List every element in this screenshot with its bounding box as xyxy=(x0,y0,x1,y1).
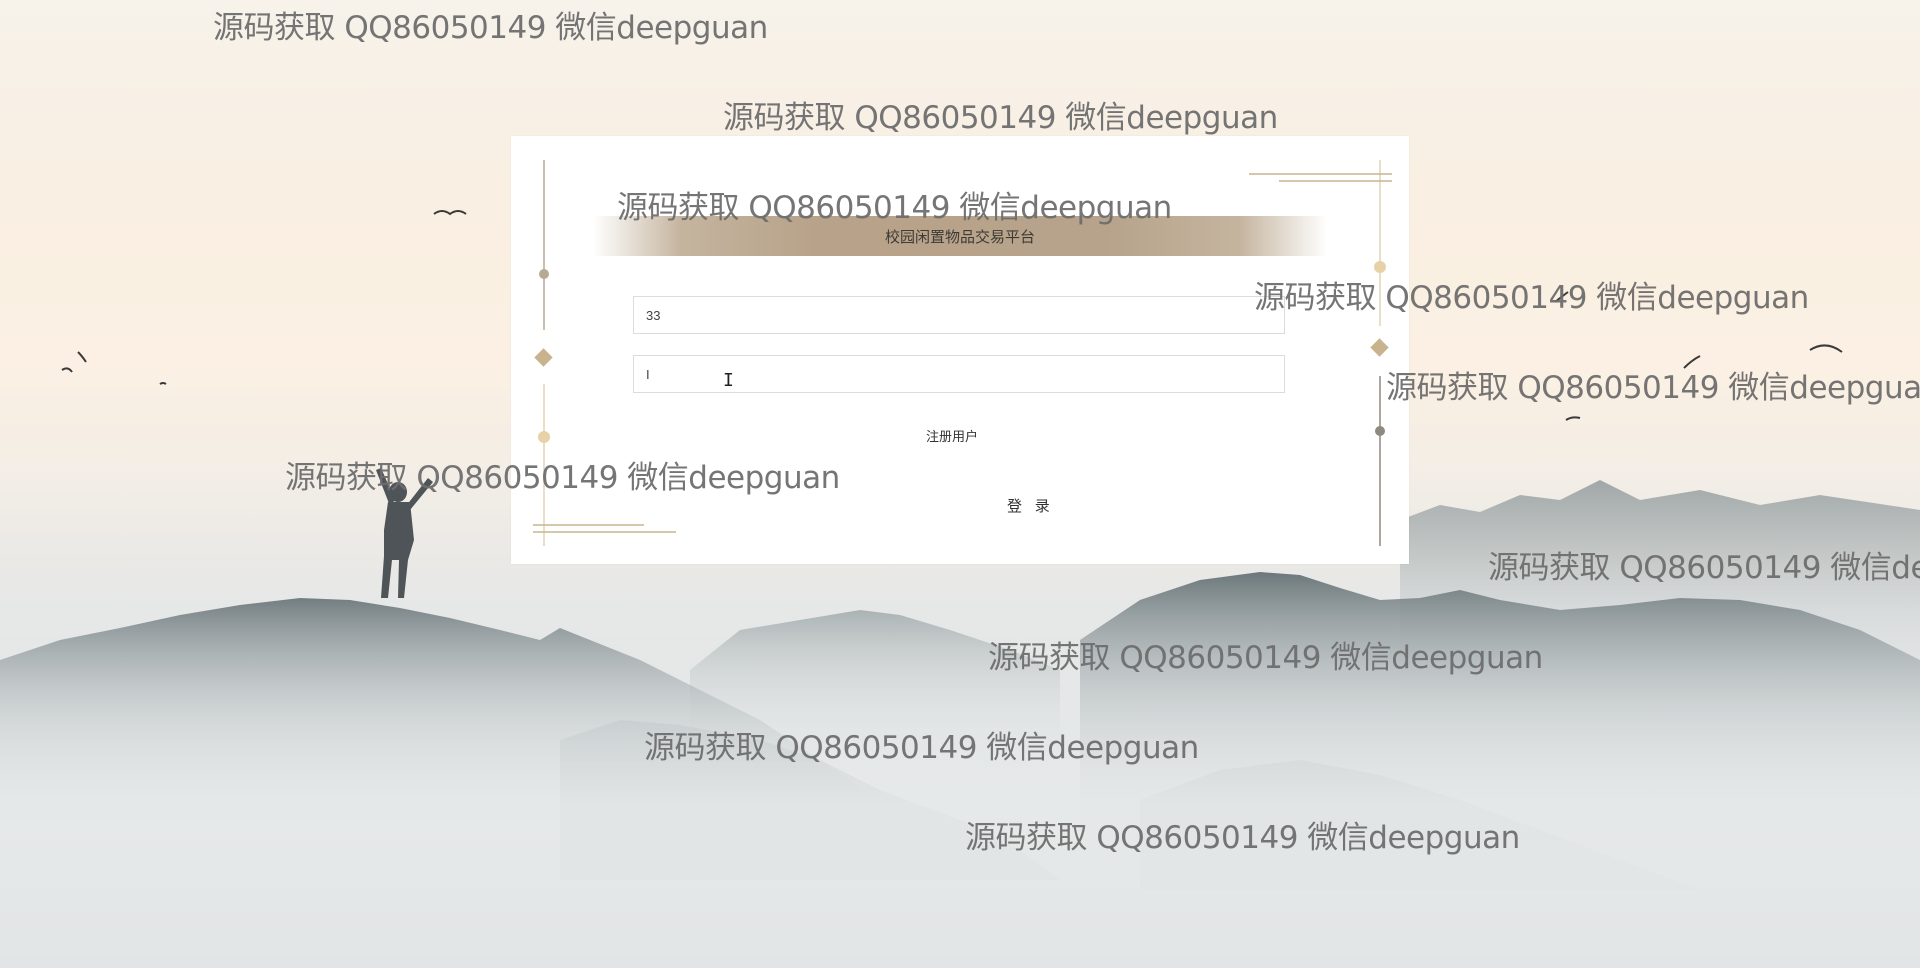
login-page: 校园闲置物品交易平台 I 注册用户 登 录 源码获取 QQ86050149 微信… xyxy=(0,0,1920,968)
watermark-text: 源码获取 QQ86050149 微信deepguan xyxy=(1254,280,1809,316)
watermark-text: 源码获取 QQ86050149 微信deepguan xyxy=(285,460,840,496)
watermark-text: 源码获取 QQ86050149 微信deepguan xyxy=(213,10,768,46)
watermark-text: 源码获取 QQ86050149 微信deepguan xyxy=(1386,370,1920,406)
watermark-text: 源码获取 QQ86050149 微信deepguan xyxy=(1488,550,1920,586)
page-title: 校园闲置物品交易平台 xyxy=(884,227,1035,246)
register-user-link[interactable]: 注册用户 xyxy=(926,426,978,445)
watermark-text: 源码获取 QQ86050149 微信deepguan xyxy=(644,730,1199,766)
password-input[interactable] xyxy=(644,365,1284,383)
watermark-text: 源码获取 QQ86050149 微信deepguan xyxy=(965,820,1520,856)
username-input[interactable] xyxy=(644,306,1284,324)
watermark-text: 源码获取 QQ86050149 微信deepguan xyxy=(988,640,1543,676)
login-button[interactable]: 登 录 xyxy=(1001,494,1060,517)
username-field[interactable] xyxy=(633,296,1285,334)
text-cursor-icon: I xyxy=(723,370,734,391)
watermark-text: 源码获取 QQ86050149 微信deepguan xyxy=(723,100,1278,136)
watermark-text: 源码获取 QQ86050149 微信deepguan xyxy=(617,190,1172,226)
